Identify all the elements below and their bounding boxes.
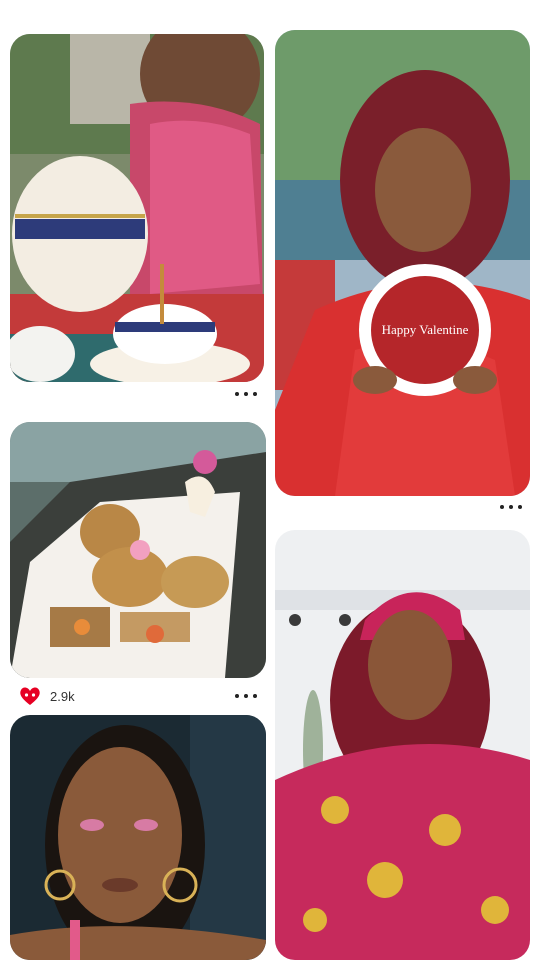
pin-image [10,422,266,678]
pin-tea-pouring[interactable] [10,34,264,382]
reaction-count: 2.9k [50,688,75,704]
pin-image: Happy Valentine [275,30,530,496]
more-options-icon[interactable] [500,501,522,513]
pin-braids-portrait[interactable] [10,715,266,960]
heart-eyes-icon[interactable] [18,685,42,707]
pin-image [10,34,264,382]
pin-headscarf-portrait[interactable] [275,530,530,960]
reaction-row: 2.9k [18,685,75,707]
pin-image [10,715,266,960]
pin-picnic-boat[interactable] [10,422,266,678]
cake-inscription: Happy Valentine [382,322,469,337]
more-options-icon[interactable] [235,388,257,400]
more-options-icon[interactable] [235,690,257,702]
pin-image [275,530,530,960]
pin-valentine-cake[interactable]: Happy Valentine [275,30,530,496]
